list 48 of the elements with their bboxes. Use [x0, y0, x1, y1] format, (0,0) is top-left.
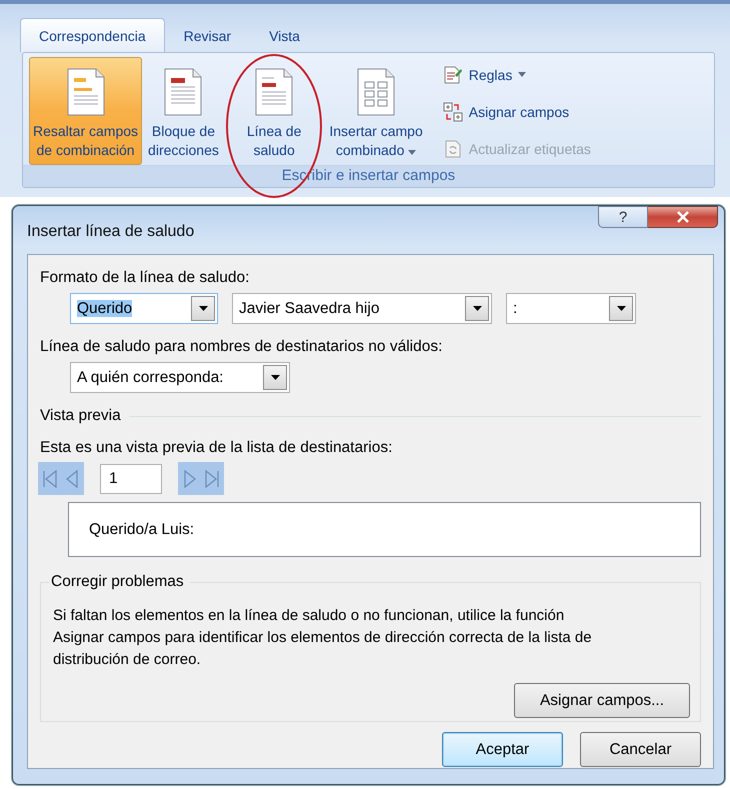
next-record-button[interactable] [182, 468, 198, 490]
highlight-fields-icon [66, 68, 106, 116]
refresh-document-icon [442, 138, 463, 158]
field-label: Esta es una vista previa de la lista de destinatarios: [40, 439, 394, 457]
last-record-icon [204, 468, 220, 490]
rules-icon [442, 64, 463, 84]
field-label: Formato de la línea de saludo: [40, 269, 250, 287]
first-record-button[interactable] [42, 468, 58, 490]
close-button[interactable] [648, 206, 718, 228]
ribbon-button[interactable]: Insertar campo combinado [325, 57, 427, 165]
section-heading: Corregir problemas [49, 573, 190, 591]
last-record-button[interactable] [204, 468, 220, 490]
close-icon [676, 211, 690, 223]
description-text: Si faltan los elementos en la línea de saludo o no funcionan, utilice la función Asignar campos para identificar los elementos de dirección correcta de la lista de distribución de correo. [53, 606, 593, 670]
dropdown-field[interactable]: A quién corresponda: [70, 362, 290, 393]
dropdown-field[interactable]: Javier Saavedra hijo [232, 293, 492, 324]
previous-record-button[interactable] [64, 468, 80, 490]
next-record-icon [182, 468, 198, 490]
dropdown-arrow-icon [472, 306, 482, 311]
dialog-button[interactable]: Aceptar [442, 732, 563, 767]
grid-document-icon [356, 68, 396, 116]
field-label: Línea de saludo para nombres de destinatarios no válidos: [40, 338, 444, 356]
dialog-button[interactable]: Cancelar [580, 732, 701, 767]
dropdown-field[interactable]: Querido [70, 293, 218, 324]
ribbon-tab[interactable]: Vista [250, 18, 319, 52]
first-record-icon [42, 468, 58, 490]
match-fields-icon [442, 102, 463, 122]
record-number-field[interactable]: 1 [100, 464, 162, 494]
preview-text: Querido/a Luis: [89, 520, 194, 538]
previous-record-icon [64, 468, 80, 490]
dropdown-arrow-icon [270, 375, 280, 380]
ribbon-button[interactable]: Asignar campos [442, 98, 591, 125]
ribbon-tab[interactable]: Correspondencia [20, 18, 165, 52]
dialog-title: Insertar línea de saludo [27, 223, 196, 241]
ribbon-button[interactable]: Resaltar campos de combinación [29, 57, 142, 165]
ribbon-tab[interactable]: Revisar [164, 18, 250, 52]
match-fields-button[interactable]: Asignar campos... [514, 683, 690, 718]
document-icon [254, 68, 294, 116]
help-button[interactable]: ? [598, 206, 648, 228]
dropdown-arrow-icon [198, 306, 208, 311]
ribbon-button[interactable]: Reglas [442, 61, 591, 88]
caret-icon [408, 150, 416, 155]
dropdown-field[interactable]: : [506, 293, 636, 324]
section-heading: Vista previa [40, 407, 121, 425]
caret-icon [518, 72, 526, 77]
ribbon-button[interactable]: Bloque de direcciones [144, 57, 223, 165]
document-icon [163, 68, 204, 116]
dropdown-arrow-icon [616, 306, 626, 311]
